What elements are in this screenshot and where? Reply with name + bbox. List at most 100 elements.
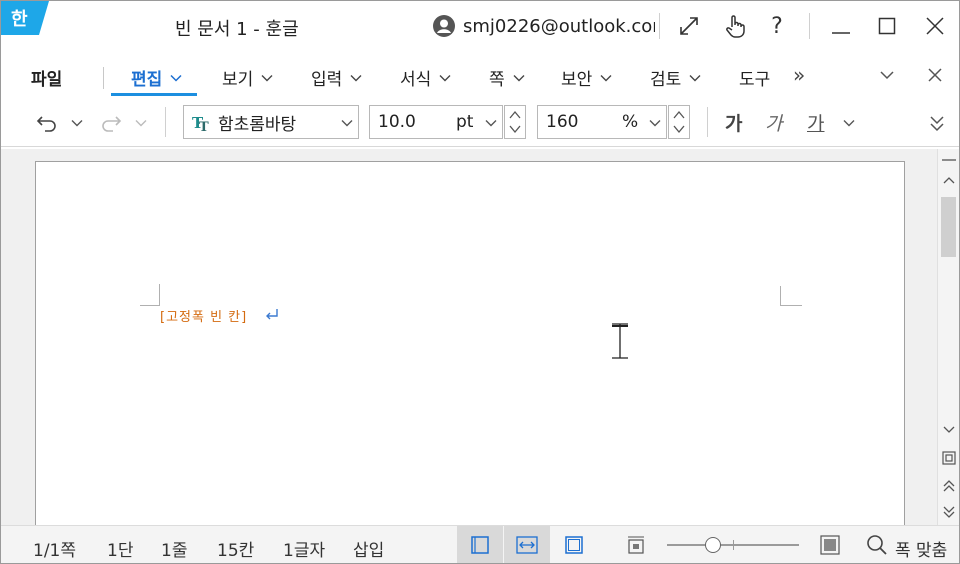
menu-bar: 파일 편집 보기 입력 서식 쪽 보안 검토 도구 » bbox=[1, 53, 959, 99]
view-single-page-icon[interactable] bbox=[551, 526, 597, 563]
toolbar-divider bbox=[165, 107, 166, 137]
undo-dropdown-icon[interactable] bbox=[65, 111, 89, 135]
document-area[interactable]: [고정폭 빈 칸] bbox=[1, 149, 937, 525]
chevron-down-icon bbox=[600, 74, 612, 81]
status-insert-mode[interactable]: 삽입 bbox=[353, 536, 384, 561]
menu-edit[interactable]: 편집 bbox=[131, 65, 182, 90]
chevron-down-icon bbox=[649, 120, 661, 127]
ribbon-close-icon[interactable] bbox=[923, 63, 947, 87]
title-divider-2 bbox=[809, 13, 810, 39]
zoom-search-icon[interactable] bbox=[865, 533, 889, 557]
font-size-unit: pt bbox=[456, 112, 474, 132]
menu-page-label: 쪽 bbox=[489, 70, 505, 90]
scroll-up-icon[interactable] bbox=[938, 169, 959, 191]
chevron-down-icon bbox=[513, 74, 525, 81]
previous-page-icon[interactable] bbox=[938, 475, 959, 497]
menu-divider bbox=[103, 67, 104, 89]
menu-view-label: 보기 bbox=[222, 70, 254, 90]
zoom-slider-tick bbox=[733, 540, 734, 550]
select-browse-object-icon[interactable] bbox=[938, 447, 959, 469]
font-size-spinner[interactable] bbox=[504, 105, 526, 139]
menu-view[interactable]: 보기 bbox=[222, 65, 273, 90]
menu-insert-label: 입력 bbox=[311, 70, 343, 90]
menu-file[interactable]: 파일 bbox=[31, 65, 62, 90]
chevron-down-icon bbox=[689, 74, 701, 81]
menu-security-label: 보안 bbox=[561, 70, 593, 90]
status-page[interactable]: 1/1쪽 bbox=[33, 536, 76, 561]
account-info[interactable]: smj0226@outlook.com bbox=[433, 13, 655, 39]
truetype-font-icon: T T bbox=[192, 114, 209, 132]
help-icon[interactable]: ? bbox=[761, 11, 793, 41]
italic-button[interactable]: 가 bbox=[765, 109, 782, 136]
document-page[interactable]: [고정폭 빈 칸] bbox=[35, 161, 905, 525]
font-size-value: 10.0 bbox=[378, 112, 416, 132]
underline-button[interactable]: 가 bbox=[807, 109, 824, 136]
menu-tools[interactable]: 도구 bbox=[739, 65, 770, 90]
crop-mark-right bbox=[780, 286, 802, 306]
undo-icon[interactable] bbox=[35, 111, 59, 135]
zoom-out-page-icon[interactable] bbox=[613, 526, 659, 563]
vertical-scrollbar[interactable] bbox=[937, 149, 959, 525]
next-page-icon[interactable] bbox=[938, 501, 959, 523]
menu-edit-label: 편집 bbox=[131, 70, 163, 90]
hwp-window: 한 빈 문서 1 - 훈글 smj0226@outlook.com ? 파일 편… bbox=[0, 0, 960, 564]
svg-text:T: T bbox=[199, 120, 209, 132]
close-icon[interactable] bbox=[919, 11, 951, 41]
paragraph-mark-icon bbox=[266, 309, 278, 320]
view-fit-width-icon[interactable] bbox=[504, 526, 550, 563]
chevron-down-icon bbox=[170, 74, 182, 82]
expand-icon[interactable] bbox=[673, 11, 705, 41]
menu-format[interactable]: 서식 bbox=[400, 65, 451, 90]
line-spacing-spinner[interactable] bbox=[668, 105, 690, 139]
window-title: 빈 문서 1 - 훈글 bbox=[175, 19, 299, 40]
active-menu-indicator bbox=[111, 93, 197, 96]
ribbon-collapse-icon[interactable] bbox=[875, 63, 899, 87]
zoom-in-page-icon[interactable] bbox=[807, 526, 853, 563]
chevron-down-icon bbox=[485, 120, 497, 127]
fixed-width-space-field[interactable]: [고정폭 빈 칸] bbox=[160, 306, 247, 325]
scroll-thumb[interactable] bbox=[941, 197, 956, 257]
bold-button[interactable]: 가 bbox=[725, 109, 742, 136]
chevron-down-icon bbox=[350, 74, 362, 81]
touch-hand-icon[interactable] bbox=[719, 11, 751, 41]
status-bar: 1/1쪽 1단 1줄 15칸 1글자 삽입 폭 맞춤 bbox=[1, 525, 959, 563]
toolbar-expand-icon[interactable] bbox=[925, 111, 949, 135]
svg-text:한: 한 bbox=[11, 9, 28, 30]
view-page-width-icon[interactable] bbox=[457, 526, 503, 563]
toolbar: T T 함초롬바탕 10.0 pt 160 % 가 가 가 bbox=[1, 99, 959, 147]
line-spacing-select[interactable]: 160 % bbox=[537, 105, 667, 139]
menu-page[interactable]: 쪽 bbox=[489, 65, 525, 90]
split-handle-icon[interactable] bbox=[938, 149, 959, 171]
menu-review[interactable]: 검토 bbox=[650, 65, 701, 90]
account-email: smj0226@outlook.com bbox=[463, 15, 655, 37]
font-name-select[interactable]: T T 함초롬바탕 bbox=[183, 105, 359, 139]
crop-mark-left bbox=[140, 284, 160, 306]
redo-dropdown-icon[interactable] bbox=[129, 111, 153, 135]
menu-format-label: 서식 bbox=[400, 70, 432, 90]
app-logo-icon[interactable]: 한 bbox=[1, 1, 49, 35]
title-bar: 한 빈 문서 1 - 훈글 smj0226@outlook.com ? bbox=[1, 1, 959, 51]
user-avatar-icon bbox=[433, 15, 455, 37]
minimize-icon[interactable] bbox=[825, 11, 857, 41]
line-spacing-value: 160 bbox=[546, 112, 579, 132]
title-divider bbox=[659, 13, 660, 39]
menu-insert[interactable]: 입력 bbox=[311, 65, 362, 90]
underline-dropdown-icon[interactable] bbox=[837, 111, 861, 135]
status-line: 1줄 bbox=[161, 541, 188, 561]
zoom-fit-width-label[interactable]: 폭 맞춤 bbox=[895, 536, 947, 561]
toolbar-divider-2 bbox=[707, 107, 708, 137]
scroll-down-icon[interactable] bbox=[938, 419, 959, 441]
menu-review-label: 검토 bbox=[650, 70, 682, 90]
zoom-slider-knob[interactable] bbox=[705, 537, 722, 553]
font-size-select[interactable]: 10.0 pt bbox=[369, 105, 503, 139]
menu-more-button[interactable]: » bbox=[793, 63, 805, 87]
text-cursor-icon bbox=[612, 323, 628, 359]
status-section: 1단 bbox=[107, 541, 134, 561]
status-column: 15칸 bbox=[217, 541, 255, 561]
redo-icon[interactable] bbox=[99, 111, 123, 135]
menu-security[interactable]: 보안 bbox=[561, 65, 612, 90]
maximize-icon[interactable] bbox=[871, 11, 903, 41]
chevron-down-icon bbox=[439, 74, 451, 81]
chevron-down-icon bbox=[341, 120, 353, 127]
line-spacing-unit: % bbox=[622, 112, 639, 132]
